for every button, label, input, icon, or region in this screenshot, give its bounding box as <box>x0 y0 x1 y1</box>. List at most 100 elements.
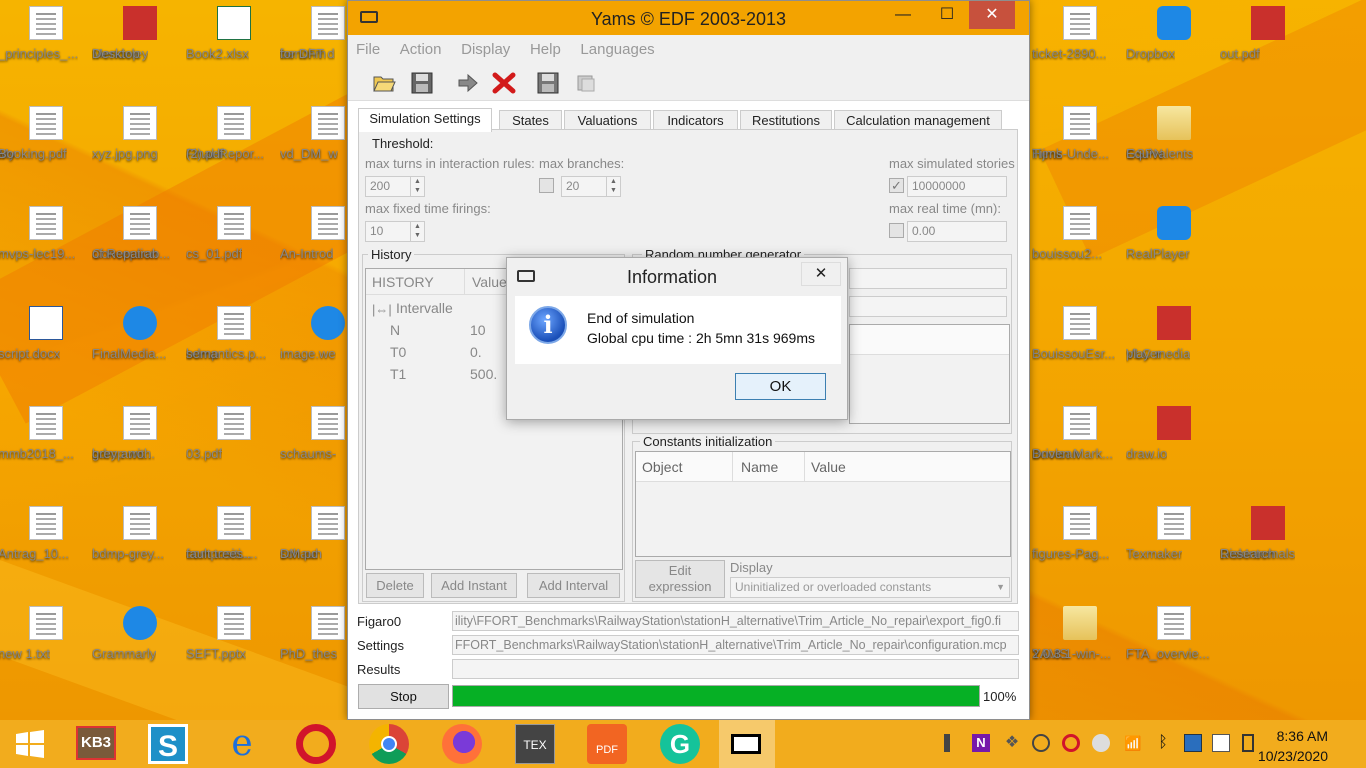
clock-date[interactable]: 10/23/2020 <box>1258 748 1328 764</box>
stop-button[interactable]: Stop <box>358 684 449 709</box>
display-select[interactable]: Uninitialized or overloaded constants ▼ <box>730 577 1010 598</box>
desktop-icon[interactable]: script.docx <box>0 306 94 361</box>
add-interval-button[interactable]: Add Interval <box>527 573 620 598</box>
max-real-checkbox[interactable] <box>889 223 904 238</box>
desktop-icon[interactable]: Dropbox <box>1126 6 1222 61</box>
battery-icon[interactable] <box>1242 734 1254 752</box>
yams-taskbar-button[interactable] <box>719 720 775 768</box>
desktop-icon[interactable]: cs_01.pdf <box>186 206 282 261</box>
desktop-icon[interactable]: FinalMedia... <box>92 306 188 361</box>
stepper-arrows-icon[interactable]: ▲ ▼ <box>410 177 424 196</box>
chevron-down-icon[interactable]: ▼ <box>996 578 1005 597</box>
run-arrow-icon[interactable] <box>456 72 480 94</box>
rng-list[interactable] <box>849 324 1010 424</box>
desktop-icon[interactable]: bouissou2... <box>1032 206 1128 261</box>
desktop-icon[interactable]: _principles_... <box>0 6 94 61</box>
pdf-app-icon[interactable]: PDF <box>587 724 627 764</box>
tab-valuations[interactable]: Valuations <box>564 110 651 131</box>
desktop-icon[interactable]: bdmp-grey... <box>92 506 188 561</box>
constants-table[interactable]: Object Name Value <box>635 451 1011 557</box>
opera-tray-icon[interactable] <box>1062 734 1080 752</box>
desktop-icon[interactable]: RealPlayer <box>1126 206 1222 261</box>
windows-start-icon[interactable] <box>10 724 50 764</box>
tab-simulation-settings[interactable]: Simulation Settings <box>358 108 492 132</box>
desktop-icon[interactable]: BouissouEsr... <box>1032 306 1128 361</box>
minimize-button[interactable]: — <box>881 1 925 29</box>
save-icon[interactable] <box>410 72 434 94</box>
tab-calculation-management[interactable]: Calculation management <box>834 110 1002 131</box>
desktop-icon[interactable]: figures-Pag... <box>1032 506 1128 561</box>
speaker-muted-icon[interactable] <box>944 734 962 752</box>
export-icon[interactable] <box>574 72 598 94</box>
desktop-icon[interactable]: Henk Tijms-Unde... <box>1032 106 1128 161</box>
desktop-icon[interactable]: compositi... fault trees.... <box>186 506 282 561</box>
save-results-icon[interactable] <box>536 72 560 94</box>
add-instant-button[interactable]: Add Instant <box>431 573 517 598</box>
desktop-icon[interactable]: YAMS 2.0.3.1-win-... <box>1032 606 1128 661</box>
menu-help[interactable]: Help <box>530 35 561 65</box>
desktop-icon[interactable]: Final-Repor... (2).pdf <box>186 106 282 161</box>
tab-indicators[interactable]: Indicators <box>653 110 738 131</box>
display-tray-icon[interactable] <box>1184 734 1202 752</box>
desktop-icon[interactable]: GSPN Equivalents <box>1126 106 1222 161</box>
max-stories-field[interactable]: 10000000 <box>907 176 1007 197</box>
max-turns-stepper[interactable]: 200 ▲ ▼ <box>365 176 425 197</box>
edit-expression-button[interactable]: Edit expression <box>635 560 725 598</box>
network-icon[interactable]: 📶 <box>1124 734 1142 752</box>
stepper-arrows-icon[interactable]: ▲ ▼ <box>410 222 424 241</box>
stepper-arrows-icon[interactable]: ▲ ▼ <box>606 177 620 196</box>
dialog-close-button[interactable]: ✕ <box>801 262 841 286</box>
chrome-icon[interactable] <box>369 724 409 764</box>
opera-icon[interactable] <box>296 724 336 764</box>
max-branches-stepper[interactable]: 20 ▲ ▼ <box>561 176 621 197</box>
clock-time[interactable]: 8:36 AM <box>1277 728 1328 744</box>
onenote-icon[interactable]: N <box>972 734 990 752</box>
bluetooth-icon[interactable]: ᛒ <box>1154 734 1172 752</box>
desktop-icon[interactable]: 03.pdf <box>186 406 282 461</box>
menu-languages[interactable]: Languages <box>580 35 654 65</box>
tab-restitutions[interactable]: Restitutions <box>740 110 832 131</box>
texmaker-icon[interactable]: TEX <box>515 724 555 764</box>
menu-action[interactable]: Action <box>400 35 442 65</box>
desktop-icon[interactable]: FTA_overvie... <box>1126 606 1222 661</box>
menu-display[interactable]: Display <box>461 35 510 65</box>
desktop-icon[interactable]: mmb2018_... <box>0 406 94 461</box>
results-path-field[interactable] <box>452 659 1019 679</box>
title-bar[interactable]: Yams © EDF 2003-2013 — ☐ ✕ <box>348 1 1029 35</box>
desktop-icon[interactable]: bdmp semantics.p... <box>186 306 282 361</box>
desktop-icon[interactable]: DiskInternals Research <box>1220 506 1316 561</box>
figaro-path-field[interactable]: ility\FFORT_Benchmarks\RailwayStation\st… <box>452 611 1019 631</box>
rng-field-2[interactable] <box>849 296 1007 317</box>
desktop-icon[interactable]: Texmaker <box>1126 506 1222 561</box>
desktop-icon[interactable]: Boolean Driven Mark... <box>1032 406 1128 461</box>
desktop-icon[interactable]: Grammarly <box>92 606 188 661</box>
desktop-icon[interactable]: bdmp with grey arro... <box>92 406 188 461</box>
max-branches-checkbox[interactable] <box>539 178 554 193</box>
menu-file[interactable]: File <box>356 35 380 65</box>
chat-tray-icon[interactable] <box>1032 734 1050 752</box>
desktop-icon[interactable]: Conception of Repairab... <box>92 206 188 261</box>
max-fixed-stepper[interactable]: 10 ▲ ▼ <box>365 221 425 242</box>
desktop-icon[interactable]: new 1.txt <box>0 606 94 661</box>
rng-field-1[interactable] <box>849 268 1007 289</box>
dropbox-tray-icon[interactable]: ❖ <box>1003 734 1021 752</box>
desktop-icon[interactable]: mvps-lec19... <box>0 206 94 261</box>
stop-x-icon[interactable] <box>492 72 516 94</box>
grammarly-icon[interactable]: G <box>660 724 700 764</box>
dialog-title-bar[interactable]: Information ✕ <box>507 258 847 294</box>
desktop-icon[interactable]: My Booking.pdf <box>0 106 94 161</box>
maximize-button[interactable]: ☐ <box>925 1 969 29</box>
kb3-app-icon[interactable]: KB3 <box>76 726 116 760</box>
desktop-icon[interactable]: VLC media player <box>1126 306 1222 361</box>
app-tray-icon[interactable] <box>1092 734 1110 752</box>
desktop-icon[interactable]: draw.io <box>1126 406 1222 461</box>
snagit-icon[interactable]: S <box>148 724 188 764</box>
internet-explorer-icon[interactable]: e <box>222 724 262 764</box>
open-folder-icon[interactable] <box>372 72 396 94</box>
max-real-field[interactable]: 0.00 <box>907 221 1007 242</box>
desktop-icon[interactable]: ticket-2890... <box>1032 6 1128 61</box>
max-stories-checkbox[interactable]: ✓ <box>889 178 904 193</box>
action-center-icon[interactable] <box>1212 734 1230 752</box>
tab-states[interactable]: States <box>499 110 562 131</box>
desktop-icon[interactable]: Book2.xlsx <box>186 6 282 61</box>
